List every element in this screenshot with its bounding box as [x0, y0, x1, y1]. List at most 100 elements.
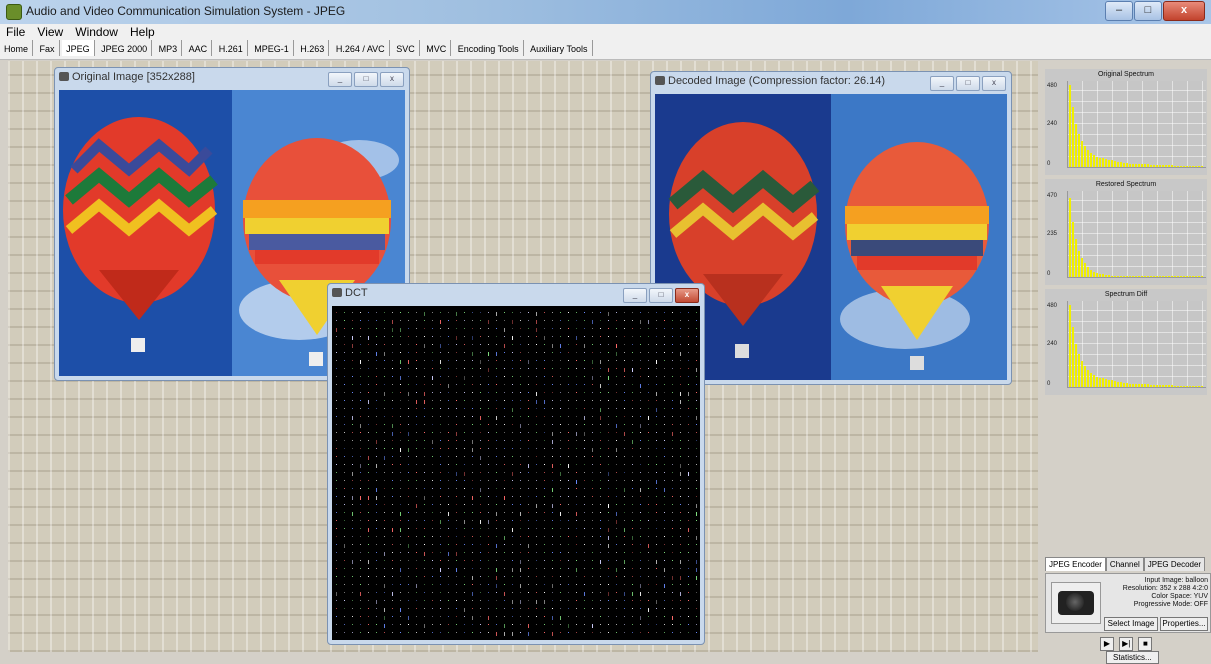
dct-dot: [360, 584, 361, 585]
dct-dot: [472, 400, 473, 401]
menu-window[interactable]: Window: [69, 24, 121, 39]
dct-dot: [424, 520, 425, 521]
menu-view[interactable]: View: [31, 24, 66, 39]
dct-dot: [424, 568, 425, 569]
dct-dot: [696, 496, 697, 497]
dct-dot: [584, 360, 585, 361]
child-maximize-button[interactable]: □: [956, 76, 980, 91]
dct-dot: [576, 344, 577, 345]
tab-channel[interactable]: Channel: [1105, 557, 1144, 571]
dct-dot: [488, 504, 489, 505]
dct-dot: [688, 504, 689, 505]
dct-dot: [616, 512, 617, 516]
ytick: 235: [1047, 231, 1058, 237]
dct-dot: [624, 432, 625, 436]
dct-dot: [680, 336, 681, 337]
tab-jpeg-encoder[interactable]: JPEG Encoder: [1045, 557, 1106, 571]
dct-dot: [352, 312, 353, 313]
dct-dot: [336, 368, 337, 369]
menu-help[interactable]: Help: [124, 24, 158, 39]
dct-dot: [648, 488, 649, 489]
dct-dot: [616, 360, 617, 361]
dct-dot: [480, 624, 481, 625]
tab-jpeg-2000[interactable]: JPEG 2000: [97, 40, 153, 56]
spectrum-bar: [1108, 160, 1110, 167]
child-maximize-button[interactable]: □: [649, 288, 673, 303]
tab-h261[interactable]: H.261: [215, 40, 248, 56]
tab-fax[interactable]: Fax: [36, 40, 60, 56]
stop-icon[interactable]: ■: [1138, 637, 1153, 651]
tab-jpeg[interactable]: JPEG: [62, 40, 95, 56]
dct-dot: [680, 424, 681, 425]
tab-h264[interactable]: H.264 / AVC: [332, 40, 390, 56]
dct-dot: [488, 488, 489, 489]
dct-dot: [664, 488, 665, 492]
tab-mpeg1[interactable]: MPEG-1: [250, 40, 294, 56]
dct-dot: [568, 336, 569, 337]
dct-dot: [568, 560, 569, 561]
dct-dot: [416, 504, 417, 508]
child-minimize-button[interactable]: _: [328, 72, 352, 87]
dct-dot: [424, 368, 425, 369]
tab-svc[interactable]: SVC: [392, 40, 420, 56]
dct-dot: [360, 504, 361, 505]
child-minimize-button[interactable]: _: [623, 288, 647, 303]
dct-dot: [480, 512, 481, 513]
statistics-button[interactable]: Statistics...: [1106, 651, 1159, 664]
dct-dot: [408, 424, 409, 425]
dct-dot: [688, 624, 689, 625]
maximize-button[interactable]: □: [1134, 1, 1162, 21]
dct-dot: [672, 416, 673, 417]
dct-dot: [616, 432, 617, 433]
dct-dot: [488, 440, 489, 441]
dct-dot: [464, 576, 465, 577]
dct-dot: [592, 552, 593, 553]
play-icon[interactable]: ▶: [1100, 637, 1114, 651]
dct-dot: [576, 400, 577, 401]
dct-dot: [560, 360, 561, 361]
tab-mp3[interactable]: MP3: [155, 40, 183, 56]
dct-dot: [584, 592, 585, 596]
dct-dot: [448, 384, 449, 388]
dct-dot: [440, 392, 441, 393]
child-maximize-button[interactable]: □: [354, 72, 378, 87]
close-button[interactable]: x: [1163, 1, 1205, 21]
child-close-button[interactable]: x: [380, 72, 404, 87]
select-image-button[interactable]: Select Image: [1104, 617, 1158, 631]
tab-h263[interactable]: H.263: [296, 40, 330, 56]
child-close-button[interactable]: x: [675, 288, 699, 303]
tab-encoding-tools[interactable]: Encoding Tools: [454, 40, 524, 56]
dct-dot: [480, 480, 481, 481]
dct-window[interactable]: DCT _ □ x: [327, 283, 705, 645]
dct-dot: [512, 544, 513, 545]
tab-aac[interactable]: AAC: [185, 40, 213, 56]
dct-dot: [528, 320, 529, 321]
dct-dot: [648, 328, 649, 329]
dct-dot: [416, 624, 417, 625]
dct-dot: [456, 328, 457, 329]
tab-jpeg-decoder[interactable]: JPEG Decoder: [1143, 557, 1206, 571]
dct-dot: [408, 328, 409, 329]
menu-file[interactable]: File: [0, 24, 28, 39]
tab-mvc[interactable]: MVC: [422, 40, 452, 56]
minimize-button[interactable]: –: [1105, 1, 1133, 21]
step-icon[interactable]: ▶|: [1119, 637, 1134, 651]
app-logo-icon: [6, 4, 22, 20]
properties-button[interactable]: Properties...: [1160, 617, 1208, 631]
child-close-button[interactable]: x: [982, 76, 1006, 91]
dct-dot: [568, 552, 569, 553]
dct-dot: [600, 512, 601, 513]
dct-dot: [520, 400, 521, 401]
dct-dot: [432, 328, 433, 329]
dct-dot: [512, 608, 513, 609]
tab-auxiliary-tools[interactable]: Auxiliary Tools: [526, 40, 593, 56]
tab-home[interactable]: Home: [0, 40, 34, 56]
dct-dot: [376, 392, 377, 393]
child-minimize-button[interactable]: _: [930, 76, 954, 91]
dct-dot: [464, 488, 465, 489]
dct-dot: [688, 312, 689, 313]
dct-dot: [392, 448, 393, 449]
dct-dot: [688, 616, 689, 617]
dct-dot: [472, 488, 473, 489]
dct-dot: [568, 592, 569, 593]
